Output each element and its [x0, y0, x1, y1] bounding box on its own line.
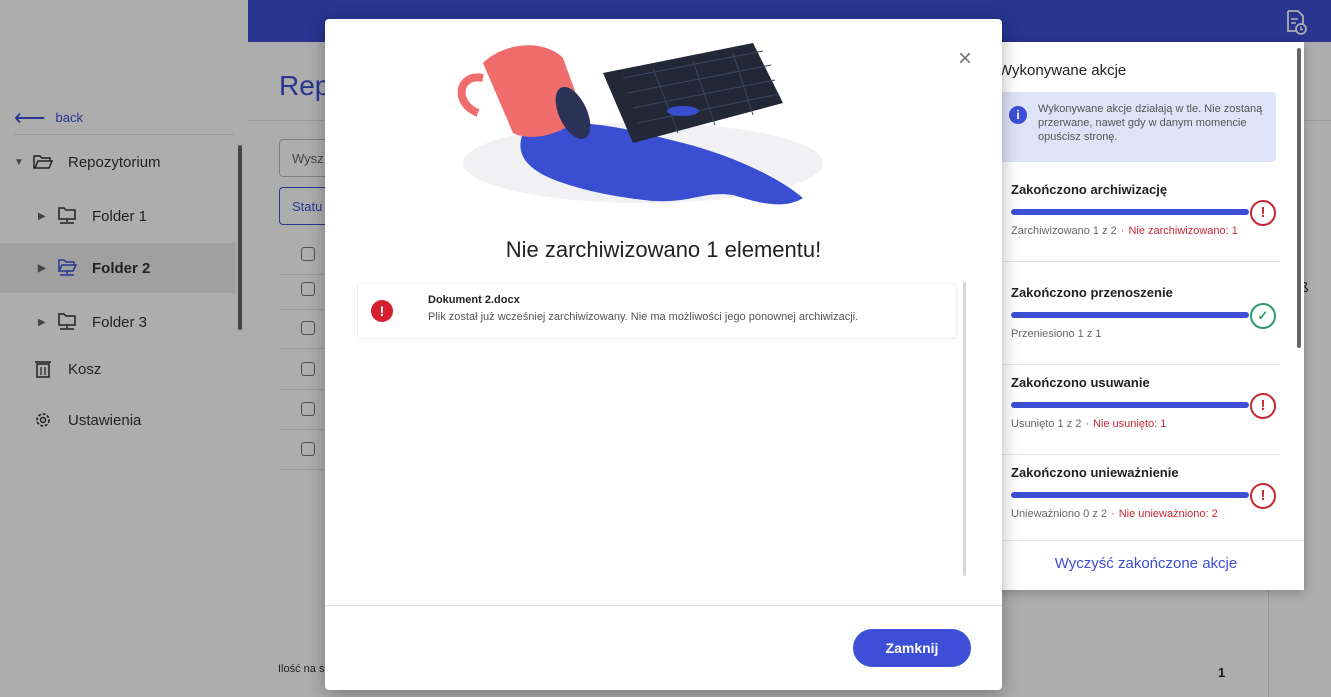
- action-card-move: Zakończono przenoszenie ✓ Przeniesiono 1…: [998, 275, 1280, 365]
- list-item: ! Dokument 2.docx Plik został już wcześn…: [357, 283, 957, 339]
- actions-panel-title: Wykonywane akcje: [998, 62, 1127, 79]
- done-count: Unieważniono 0 z 2: [1011, 508, 1108, 520]
- info-icon: i: [1009, 106, 1027, 124]
- actions-panel: Wykonywane akcje i Wykonywane akcje dzia…: [988, 42, 1304, 590]
- error-status-icon: !: [1250, 393, 1276, 419]
- error-status-icon: !: [1250, 200, 1276, 226]
- error-status-icon: !: [1250, 483, 1276, 509]
- separator-dot: ·: [1120, 225, 1125, 237]
- dialog-footer-divider: [325, 605, 1002, 606]
- action-summary: Przeniesiono 1 z 1: [1011, 328, 1241, 341]
- progress-bar: [1011, 312, 1249, 318]
- success-check-icon: ✓: [1250, 303, 1276, 329]
- failed-count: Nie zarchiwizowano: 1: [1128, 225, 1238, 237]
- progress-bar: [1011, 402, 1249, 408]
- document-name: Dokument 2.docx: [428, 294, 520, 306]
- action-title: Zakończono unieważnienie: [1011, 465, 1179, 480]
- close-icon[interactable]: ×: [954, 47, 976, 71]
- clear-completed-button[interactable]: Wyczyść zakończone akcje: [988, 540, 1304, 590]
- action-title: Zakończono usuwanie: [1011, 375, 1150, 390]
- failed-count: Nie usunięto: 1: [1093, 418, 1167, 430]
- progress-bar: [1011, 492, 1249, 498]
- info-text: Wykonywane akcje działają w tle. Nie zos…: [1038, 103, 1263, 143]
- dialog-title: Nie zarchiwizowano 1 elementu!: [505, 237, 822, 262]
- spilled-cup-illustration: [457, 43, 823, 205]
- separator-dot: ·: [1085, 418, 1089, 430]
- progress-bar: [1011, 209, 1249, 215]
- done-count: Usunięto 1 z 2: [1011, 418, 1082, 430]
- action-card-delete: Zakończono usuwanie ! Usunięto 1 z 2 · Nie…: [998, 365, 1280, 455]
- action-card-invalidate: Zakończono unieważnienie ! Unieważniono …: [998, 455, 1280, 545]
- action-title: Zakończono archiwizację: [1011, 182, 1168, 197]
- close-button[interactable]: Zamknij: [853, 629, 971, 667]
- action-summary: Zarchiwizowano 1 z 2 · Nie zarchiwizowano:…: [1011, 225, 1241, 238]
- error-list-scrollbar[interactable]: [963, 282, 966, 576]
- error-message: Plik został już wcześniej zarchiwizowany…: [428, 311, 859, 323]
- info-box: i Wykonywane akcje działają w tle. Nie z…: [998, 92, 1276, 162]
- action-summary: Unieważniono 0 z 2 · Nie unieważniono: 2: [1011, 508, 1241, 521]
- done-count: Zarchiwizowano 1 z 2: [1011, 225, 1117, 237]
- failed-count: Nie unieważniono: 2: [1118, 508, 1218, 520]
- separator-dot: ·: [1111, 508, 1115, 520]
- done-count: Przeniesiono 1 z 1: [1011, 328, 1102, 340]
- error-list: ! Dokument 2.docx Plik został już wcześn…: [357, 283, 957, 576]
- action-summary: Usunięto 1 z 2 · Nie usunięto: 1: [1011, 418, 1241, 431]
- action-card-archive: Zakończono archiwizację ! Zarchiwizowano…: [998, 172, 1280, 262]
- actions-scrollbar[interactable]: [1297, 48, 1301, 348]
- error-icon: !: [371, 300, 393, 322]
- action-title: Zakończono przenoszenie: [1011, 285, 1173, 300]
- error-dialog: × Nie zarchiwizowano 1 elementu! ! Dokum…: [325, 19, 1002, 690]
